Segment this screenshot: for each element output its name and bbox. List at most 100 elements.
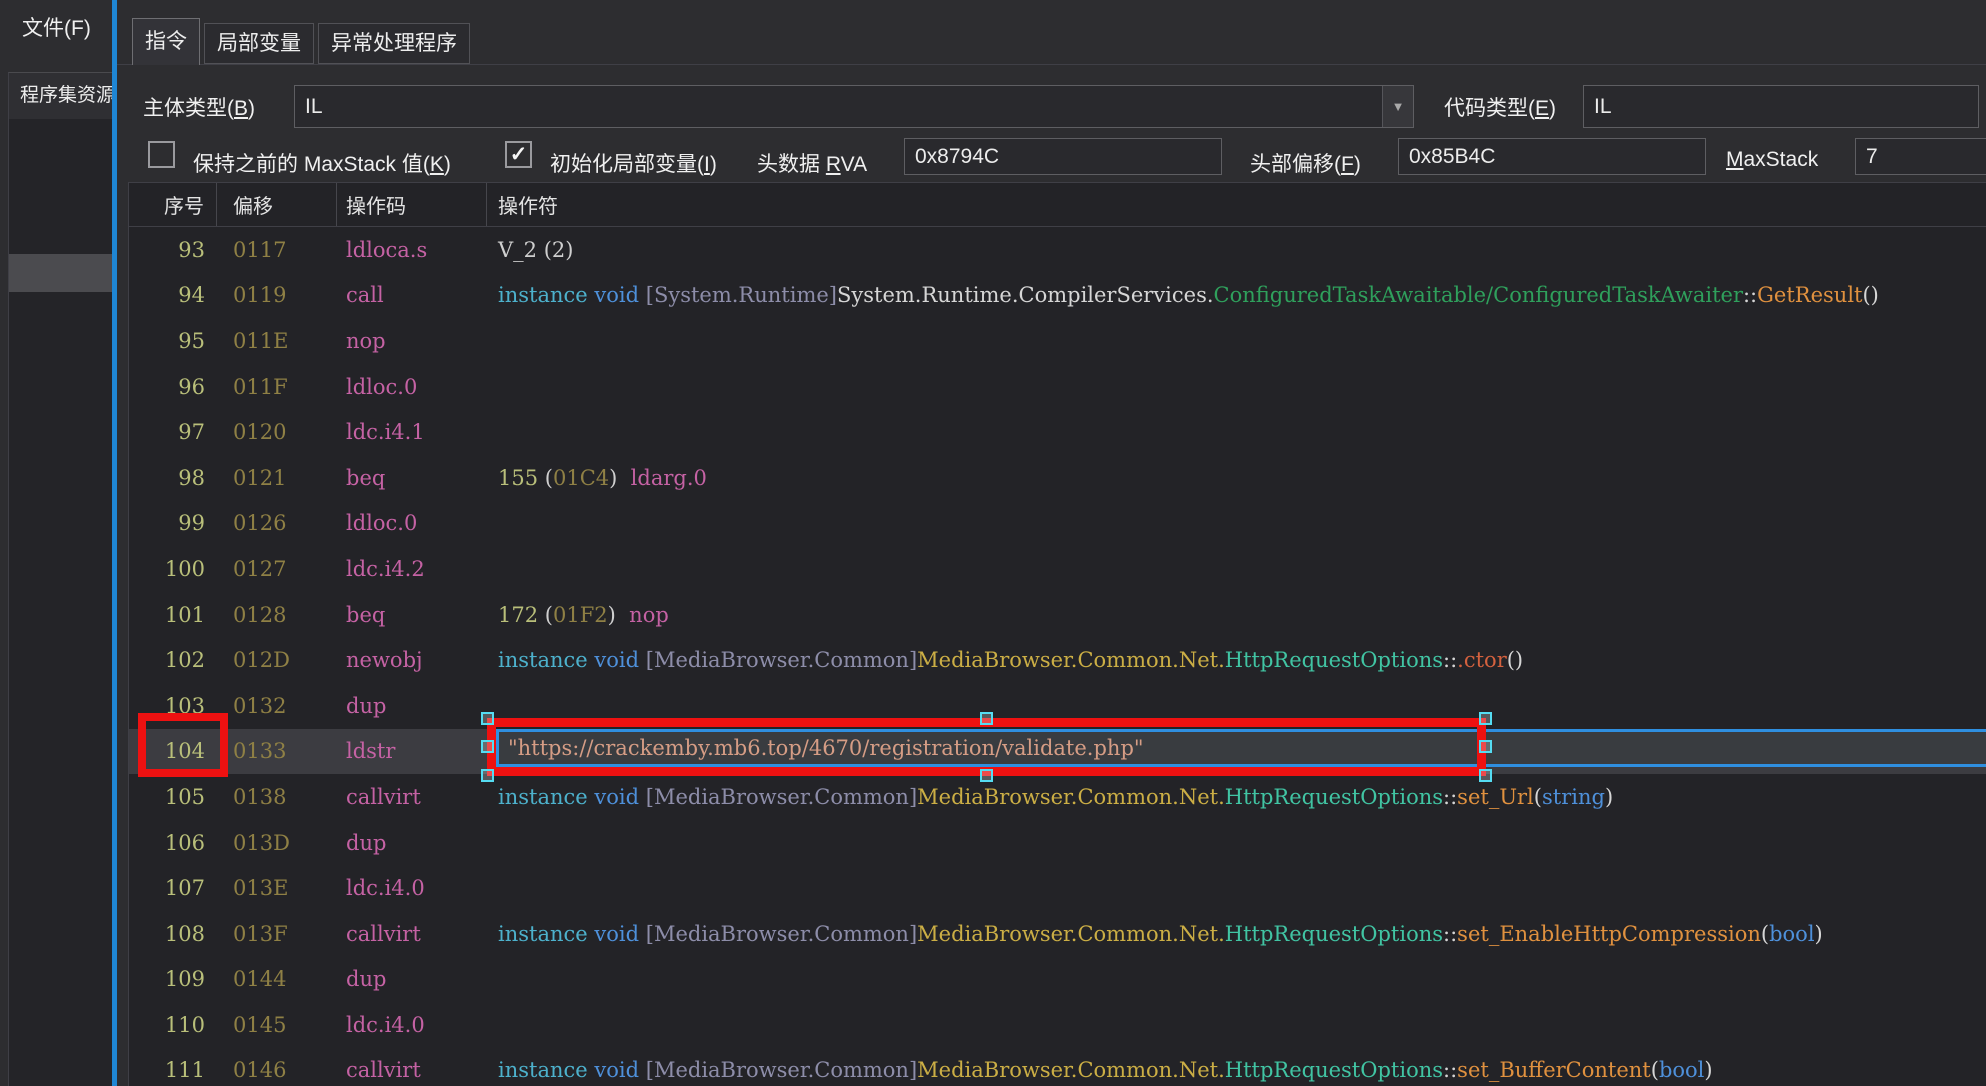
row-operand: instance void [MediaBrowser.Common]Media… — [487, 648, 1986, 672]
row-opcode: beq — [337, 466, 487, 490]
row-opcode: dup — [337, 967, 487, 991]
code-type-field[interactable] — [1583, 85, 1979, 128]
row-opcode: callvirt — [337, 922, 487, 946]
row-operand: V_2 (2) — [487, 238, 1986, 262]
row-offset: 0121 — [217, 466, 337, 490]
table-row[interactable]: 970120ldc.i4.1 — [129, 409, 1986, 455]
row-index: 98 — [129, 466, 217, 490]
table-row[interactable]: 107013Eldc.i4.0 — [129, 865, 1986, 911]
keep-maxstack-checkbox[interactable] — [148, 141, 175, 168]
row-opcode: dup — [337, 694, 487, 718]
selection-handle[interactable] — [481, 740, 494, 753]
row-index: 107 — [129, 876, 217, 900]
sidebar: 文件(F) 程序集资源 — [0, 0, 112, 1086]
row-index: 96 — [129, 375, 217, 399]
editor-dialog: 指令 局部变量 异常处理程序 主体类型(B) IL ▼ 代码类型(E) 保持之前… — [117, 0, 1986, 1086]
row-index: 95 — [129, 329, 217, 353]
table-header: 序号 偏移 操作码 操作符 — [129, 183, 1986, 227]
keep-maxstack-label: 保持之前的 MaxStack 值(K) — [193, 148, 451, 178]
tab-strip: 指令 局部变量 异常处理程序 — [117, 0, 1986, 65]
row-offset: 0133 — [217, 739, 337, 763]
table-row[interactable]: 1100145ldc.i4.0 — [129, 1002, 1986, 1048]
row-opcode: callvirt — [337, 1058, 487, 1082]
il-method-editor-window: 文件(F) 程序集资源 指令 局部变量 异常处理程序 主体类型(B) IL ▼ … — [0, 0, 1986, 1086]
tab-exception-handlers[interactable]: 异常处理程序 — [318, 23, 470, 64]
table-row[interactable]: 106013Ddup — [129, 820, 1986, 866]
row-offset: 0138 — [217, 785, 337, 809]
row-opcode: nop — [337, 329, 487, 353]
row-offset: 0126 — [217, 511, 337, 535]
row-opcode: ldloca.s — [337, 238, 487, 262]
body-type-label: 主体类型(B) — [143, 92, 255, 122]
header-rva-field[interactable] — [904, 138, 1222, 175]
selection-handle[interactable] — [980, 769, 993, 782]
row-offset: 0132 — [217, 694, 337, 718]
row-index: 101 — [129, 603, 217, 627]
selection-handle[interactable] — [1479, 769, 1492, 782]
annotation-rect-operand[interactable] — [487, 718, 1486, 776]
row-offset: 0127 — [217, 557, 337, 581]
row-opcode: dup — [337, 831, 487, 855]
table-row[interactable]: 1110146callvirtinstance void [MediaBrows… — [129, 1048, 1986, 1086]
column-header-offset[interactable]: 偏移 — [217, 183, 337, 226]
table-row[interactable]: 930117ldloca.sV_2 (2) — [129, 227, 1986, 273]
row-opcode: ldc.i4.0 — [337, 876, 487, 900]
header-offset-label: 头部偏移(F) — [1250, 148, 1361, 178]
table-row[interactable]: 96011Fldloc.0 — [129, 364, 1986, 410]
row-index: 106 — [129, 831, 217, 855]
table-row[interactable]: 1010128beq172 (01F2) nop — [129, 592, 1986, 638]
table-row[interactable]: 1090144dup — [129, 957, 1986, 1003]
table-row[interactable]: 95011Enop — [129, 318, 1986, 364]
selection-handle[interactable] — [1479, 712, 1492, 725]
file-menu[interactable]: 文件(F) — [16, 8, 97, 46]
column-header-operand[interactable]: 操作符 — [487, 183, 1986, 226]
row-operand: instance void [MediaBrowser.Common]Media… — [487, 1058, 1986, 1082]
assembly-explorer-tab[interactable]: 程序集资源 — [9, 73, 112, 119]
column-header-index[interactable]: 序号 — [129, 183, 217, 226]
row-offset: 013E — [217, 876, 337, 900]
body-type-combobox[interactable]: IL ▼ — [294, 85, 1414, 128]
row-operand: instance void [MediaBrowser.Common]Media… — [487, 922, 1986, 946]
row-index: 109 — [129, 967, 217, 991]
tab-instructions[interactable]: 指令 — [132, 18, 200, 65]
selection-handle[interactable] — [1479, 740, 1492, 753]
table-row[interactable]: 1050138callvirtinstance void [MediaBrows… — [129, 774, 1986, 820]
table-row[interactable]: 990126ldloc.0 — [129, 501, 1986, 547]
row-opcode: call — [337, 283, 487, 307]
selection-handle[interactable] — [481, 769, 494, 782]
table-row[interactable]: 1000127ldc.i4.2 — [129, 546, 1986, 592]
table-row[interactable]: 940119callinstance void [System.Runtime]… — [129, 273, 1986, 319]
row-offset: 0146 — [217, 1058, 337, 1082]
row-offset: 0119 — [217, 283, 337, 307]
row-index: 99 — [129, 511, 217, 535]
tree-selected-item[interactable] — [9, 254, 112, 292]
selection-handle[interactable] — [481, 712, 494, 725]
annotation-rect-row-index[interactable] — [138, 713, 228, 777]
init-locals-checkbox[interactable]: ✓ — [505, 141, 532, 168]
table-row[interactable]: 108013Fcallvirtinstance void [MediaBrows… — [129, 911, 1986, 957]
row-offset: 0144 — [217, 967, 337, 991]
row-index: 108 — [129, 922, 217, 946]
maxstack-field[interactable] — [1855, 138, 1986, 175]
column-header-opcode[interactable]: 操作码 — [337, 183, 487, 226]
row-index: 105 — [129, 785, 217, 809]
header-offset-field[interactable] — [1398, 138, 1706, 175]
row-opcode: ldloc.0 — [337, 375, 487, 399]
chevron-down-icon[interactable]: ▼ — [1382, 86, 1413, 127]
row-index: 94 — [129, 283, 217, 307]
row-opcode: ldstr — [337, 739, 487, 763]
row-opcode: ldloc.0 — [337, 511, 487, 535]
selection-handle[interactable] — [980, 712, 993, 725]
row-opcode: ldc.i4.2 — [337, 557, 487, 581]
tab-local-variables[interactable]: 局部变量 — [204, 23, 314, 64]
table-row[interactable]: 102012Dnewobjinstance void [MediaBrowser… — [129, 637, 1986, 683]
row-index: 111 — [129, 1058, 217, 1082]
row-index: 97 — [129, 420, 217, 444]
table-row[interactable]: 980121beq155 (01C4) ldarg.0 — [129, 455, 1986, 501]
row-index: 110 — [129, 1013, 217, 1037]
row-index: 93 — [129, 238, 217, 262]
row-index: 102 — [129, 648, 217, 672]
row-opcode: ldc.i4.0 — [337, 1013, 487, 1037]
row-offset: 012D — [217, 648, 337, 672]
maxstack-label: MaxStack — [1726, 148, 1818, 172]
